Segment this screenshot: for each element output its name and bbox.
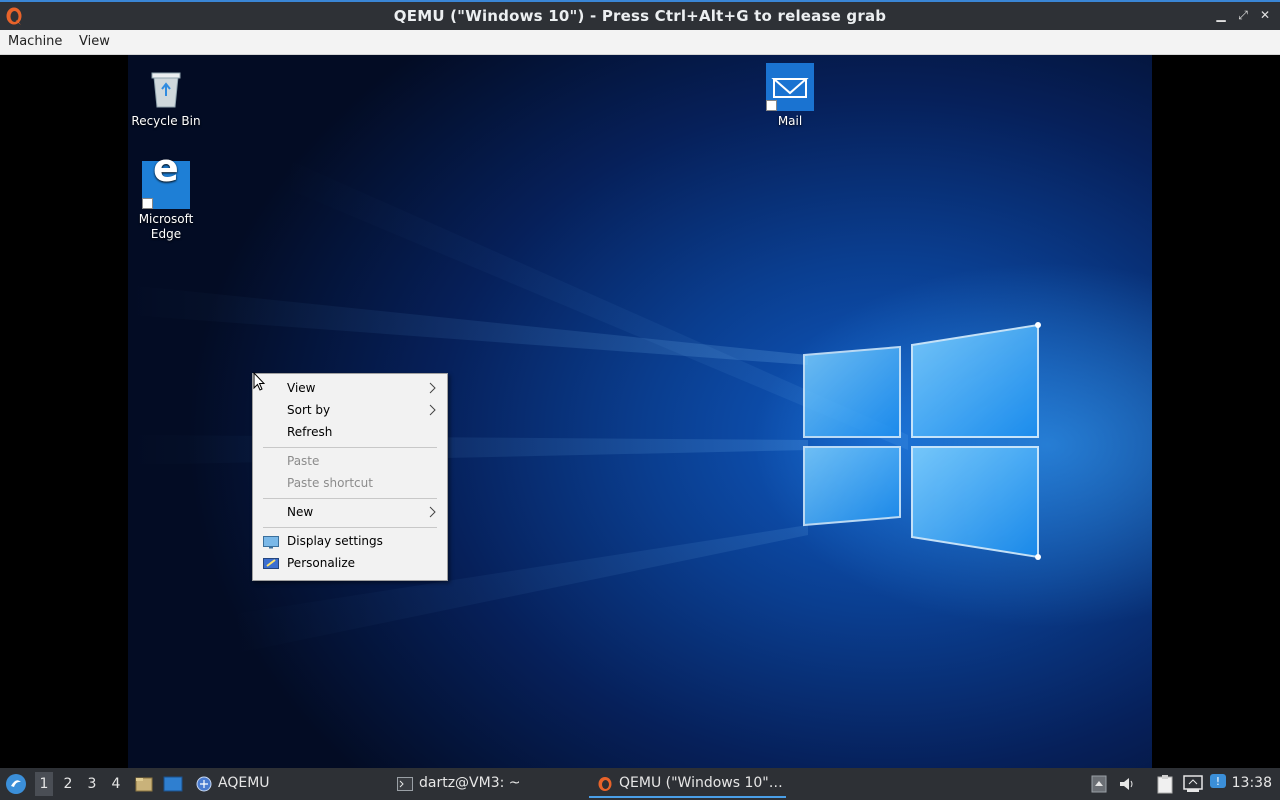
tray-expand-icon[interactable]	[1091, 775, 1107, 793]
menu-view[interactable]: View	[79, 34, 110, 49]
windows-desktop[interactable]: Recycle Bin e Microsoft Edge Mail View S…	[128, 55, 1152, 768]
mail-label: Mail	[777, 114, 803, 128]
qemu-icon	[598, 777, 612, 791]
qemu-menubar: Machine View	[0, 30, 1280, 55]
menu-item-paste[interactable]: Paste	[253, 451, 447, 473]
menu-separator	[263, 447, 437, 448]
terminal-icon	[397, 777, 413, 791]
recycle-bin-label: Recycle Bin	[131, 114, 201, 128]
submenu-arrow-icon	[429, 506, 436, 518]
clock[interactable]: 13:38	[1232, 775, 1272, 791]
vm-display[interactable]: Recycle Bin e Microsoft Edge Mail View S…	[0, 55, 1280, 768]
workspace-4[interactable]: 4	[107, 776, 125, 792]
minimize-button[interactable]: ▁	[1214, 8, 1228, 22]
workspace-2[interactable]: 2	[59, 776, 77, 792]
personalize-icon	[263, 558, 279, 569]
menu-item-refresh[interactable]: Refresh	[253, 422, 447, 444]
task-qemu[interactable]: QEMU ("Windows 10"…	[589, 768, 786, 800]
edge-label: Microsoft Edge	[138, 212, 194, 241]
recycle-bin-shortcut[interactable]: Recycle Bin	[128, 63, 204, 129]
show-desktop-icon[interactable]	[163, 775, 183, 793]
maximize-button[interactable]: ⤢	[1236, 8, 1250, 22]
network-icon[interactable]	[1183, 775, 1203, 793]
menu-separator	[263, 527, 437, 528]
shortcut-arrow-icon	[142, 198, 153, 209]
host-taskbar: 1 2 3 4 AQEMU dartz@VM3: ~ QEMU ("Window…	[0, 768, 1280, 800]
menu-item-new[interactable]: New	[253, 502, 447, 524]
svg-text:!: !	[1216, 775, 1220, 788]
workspace-1[interactable]: 1	[35, 772, 53, 796]
notification-icon[interactable]: !	[1209, 773, 1227, 793]
menu-separator	[263, 498, 437, 499]
clipboard-icon[interactable]	[1156, 774, 1174, 794]
edge-icon: e	[142, 149, 190, 209]
volume-icon[interactable]	[1118, 775, 1136, 793]
menu-item-personalize[interactable]: Personalize	[253, 553, 447, 575]
menu-item-display-settings[interactable]: Display settings	[253, 531, 447, 553]
menu-item-view[interactable]: View	[253, 378, 447, 400]
submenu-arrow-icon	[429, 404, 436, 416]
display-icon	[263, 536, 279, 549]
submenu-arrow-icon	[429, 382, 436, 394]
qemu-title-bar[interactable]: QEMU ("Windows 10") - Press Ctrl+Alt+G t…	[0, 0, 1280, 30]
workspace-3[interactable]: 3	[83, 776, 101, 792]
aqemu-icon	[196, 776, 212, 792]
menu-machine[interactable]: Machine	[8, 34, 62, 49]
menu-item-paste-shortcut[interactable]: Paste shortcut	[253, 473, 447, 495]
menu-item-sort-by[interactable]: Sort by	[253, 400, 447, 422]
file-manager-icon[interactable]	[135, 775, 153, 793]
shortcut-arrow-icon	[766, 100, 777, 111]
mail-shortcut[interactable]: Mail	[752, 63, 828, 129]
window-title: QEMU ("Windows 10") - Press Ctrl+Alt+G t…	[393, 7, 887, 25]
edge-shortcut[interactable]: e Microsoft Edge	[128, 149, 204, 242]
mouse-pointer-icon	[253, 372, 265, 391]
mail-icon	[766, 63, 814, 111]
close-button[interactable]: ✕	[1258, 8, 1272, 22]
start-menu-icon[interactable]	[5, 773, 27, 795]
recycle-bin-icon	[142, 63, 190, 111]
desktop-context-menu: View Sort by Refresh Paste Paste shortcu…	[252, 373, 448, 581]
